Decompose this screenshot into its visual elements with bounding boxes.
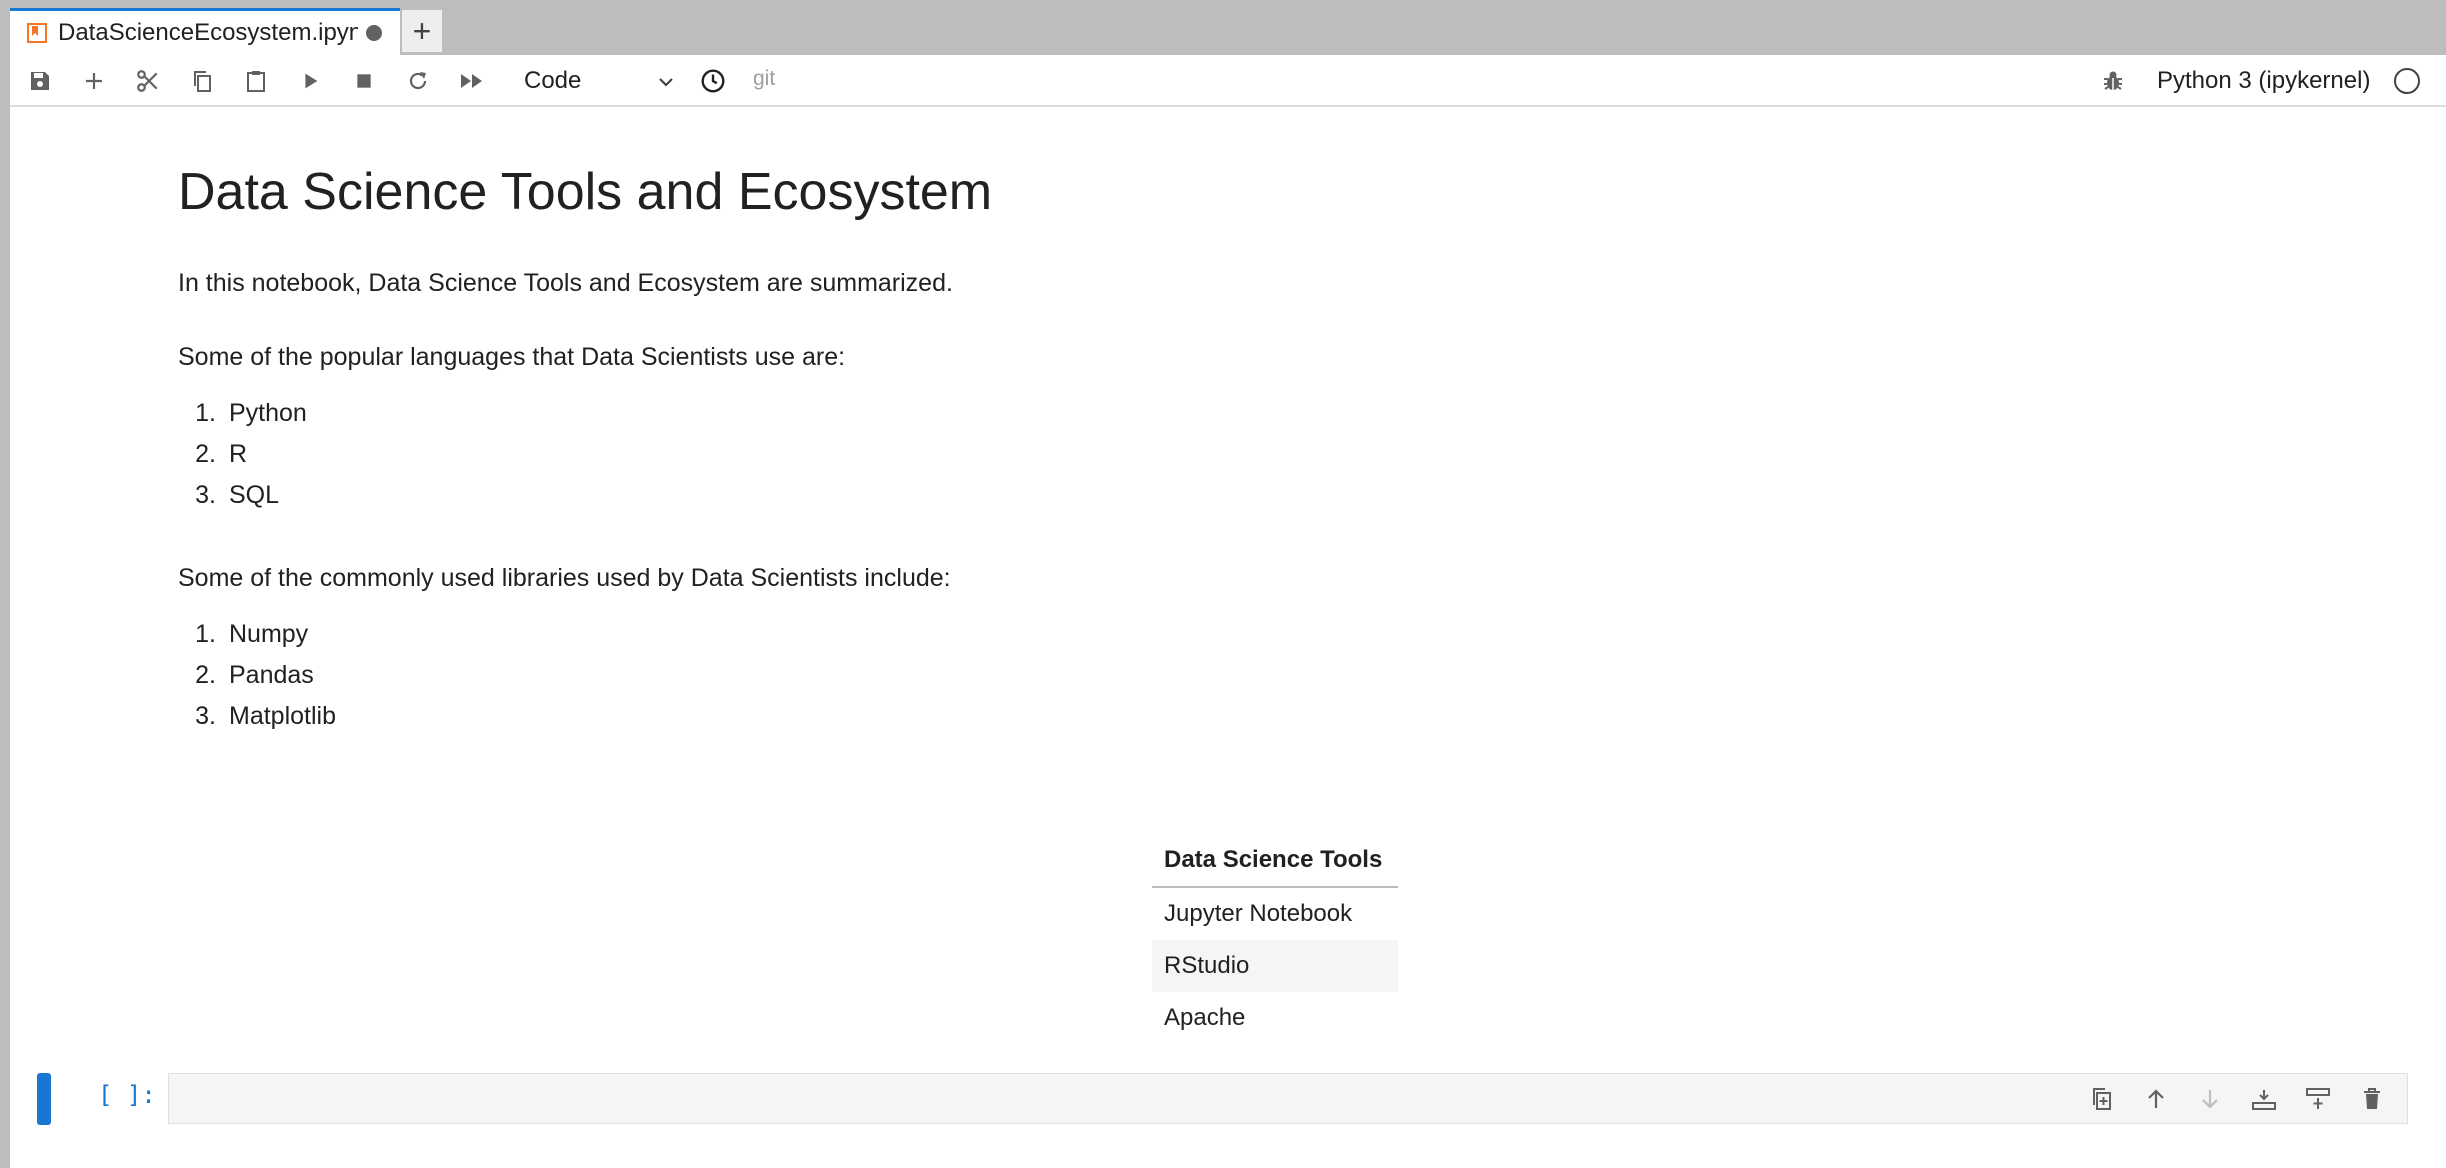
tab-title: DataScienceEcosystem.ipynb xyxy=(58,19,358,46)
arrow-up-icon xyxy=(2148,1089,2164,1108)
table-cell: Jupyter Notebook xyxy=(1164,900,1353,927)
trash-icon xyxy=(2364,1088,2380,1109)
stop-icon xyxy=(357,74,371,88)
table-row: RStudio xyxy=(1152,940,1398,992)
clock-icon xyxy=(701,69,725,93)
table-header-row: Data Science Tools xyxy=(1152,834,1398,888)
notebook-heading: Data Science Tools and Ecosystem xyxy=(178,163,993,221)
cut-button[interactable] xyxy=(130,63,166,99)
paste-icon xyxy=(247,71,265,92)
restart-icon xyxy=(409,72,427,90)
copy-icon xyxy=(194,71,211,92)
list-item: 3. SQL xyxy=(195,481,280,509)
tools-table: Data Science Tools Jupyter Notebook RStu… xyxy=(1152,834,1398,1044)
arrow-down-icon xyxy=(2202,1090,2218,1109)
code-cell-input[interactable] xyxy=(168,1073,2408,1124)
notebook-panel: Code git Python 3 (ipykernel) Data Scien… xyxy=(10,55,2446,1168)
copy-button[interactable] xyxy=(184,63,220,99)
cell-type-value: Code xyxy=(524,67,582,94)
paste-button[interactable] xyxy=(238,63,274,99)
list-item: 1. Numpy xyxy=(195,620,309,648)
execution-prompt: [ ]: xyxy=(98,1081,156,1109)
add-cell-icon xyxy=(86,73,102,89)
interrupt-button[interactable] xyxy=(346,63,382,99)
languages-intro: Some of the popular languages that Data … xyxy=(178,343,846,371)
table-header: Data Science Tools xyxy=(1152,834,1398,888)
new-tab-button[interactable]: + xyxy=(402,10,442,52)
restart-run-all-button[interactable] xyxy=(454,63,490,99)
cell-type-select[interactable]: Code xyxy=(524,61,684,101)
fast-forward-icon xyxy=(461,74,482,88)
git-button[interactable]: git xyxy=(753,67,775,91)
list-item: 2. Pandas xyxy=(195,661,314,689)
save-icon xyxy=(31,72,49,90)
table-row: Jupyter Notebook xyxy=(1152,887,1398,940)
chevron-down-icon xyxy=(656,71,676,99)
insert-cell-above-button[interactable] xyxy=(2246,1081,2282,1117)
table-cell: RStudio xyxy=(1152,940,1398,992)
active-cell-indicator[interactable] xyxy=(37,1073,51,1125)
tab-bar: DataScienceEcosystem.ipynb + xyxy=(0,0,2446,55)
kernel-name-button[interactable]: Python 3 (ipykernel) xyxy=(2157,67,2370,95)
delete-cell-button[interactable] xyxy=(2354,1081,2390,1117)
duplicate-icon xyxy=(2093,1088,2111,1110)
insert-cell-button[interactable] xyxy=(76,63,112,99)
list-item: 1. Python xyxy=(195,399,307,427)
kernel-idle-icon xyxy=(2394,68,2420,94)
libraries-intro: Some of the commonly used libraries used… xyxy=(178,564,951,592)
duplicate-cell-button[interactable] xyxy=(2084,1081,2120,1117)
notebook-tab[interactable]: DataScienceEcosystem.ipynb xyxy=(10,8,400,55)
table-cell: Apache xyxy=(1164,1004,1246,1031)
notebook-toolbar: Code git Python 3 (ipykernel) xyxy=(10,55,2446,107)
insert-below-icon xyxy=(2306,1088,2330,1109)
libraries-list: 1. Numpy 2. Pandas 3. Matplotlib xyxy=(178,614,578,737)
list-item: 3. Matplotlib xyxy=(195,702,336,730)
languages-list: 1. Python 2. R 3. SQL xyxy=(178,393,578,516)
notebook-icon xyxy=(26,22,48,44)
history-button[interactable] xyxy=(695,63,731,99)
list-item: 2. R xyxy=(195,440,248,468)
bug-icon xyxy=(2104,71,2122,90)
run-icon xyxy=(305,73,318,89)
intro-paragraph: In this notebook, Data Science Tools and… xyxy=(178,269,953,297)
insert-above-icon xyxy=(2252,1090,2276,1110)
move-cell-up-button[interactable] xyxy=(2138,1081,2174,1117)
move-cell-down-button[interactable] xyxy=(2192,1081,2228,1117)
table-row: Apache xyxy=(1152,992,1398,1044)
restart-button[interactable] xyxy=(400,63,436,99)
cut-icon xyxy=(137,70,158,92)
run-button[interactable] xyxy=(292,63,328,99)
insert-cell-below-button[interactable] xyxy=(2300,1081,2336,1117)
debugger-button[interactable] xyxy=(2095,63,2131,99)
unsaved-indicator-icon[interactable] xyxy=(366,25,382,41)
save-button[interactable] xyxy=(22,63,58,99)
